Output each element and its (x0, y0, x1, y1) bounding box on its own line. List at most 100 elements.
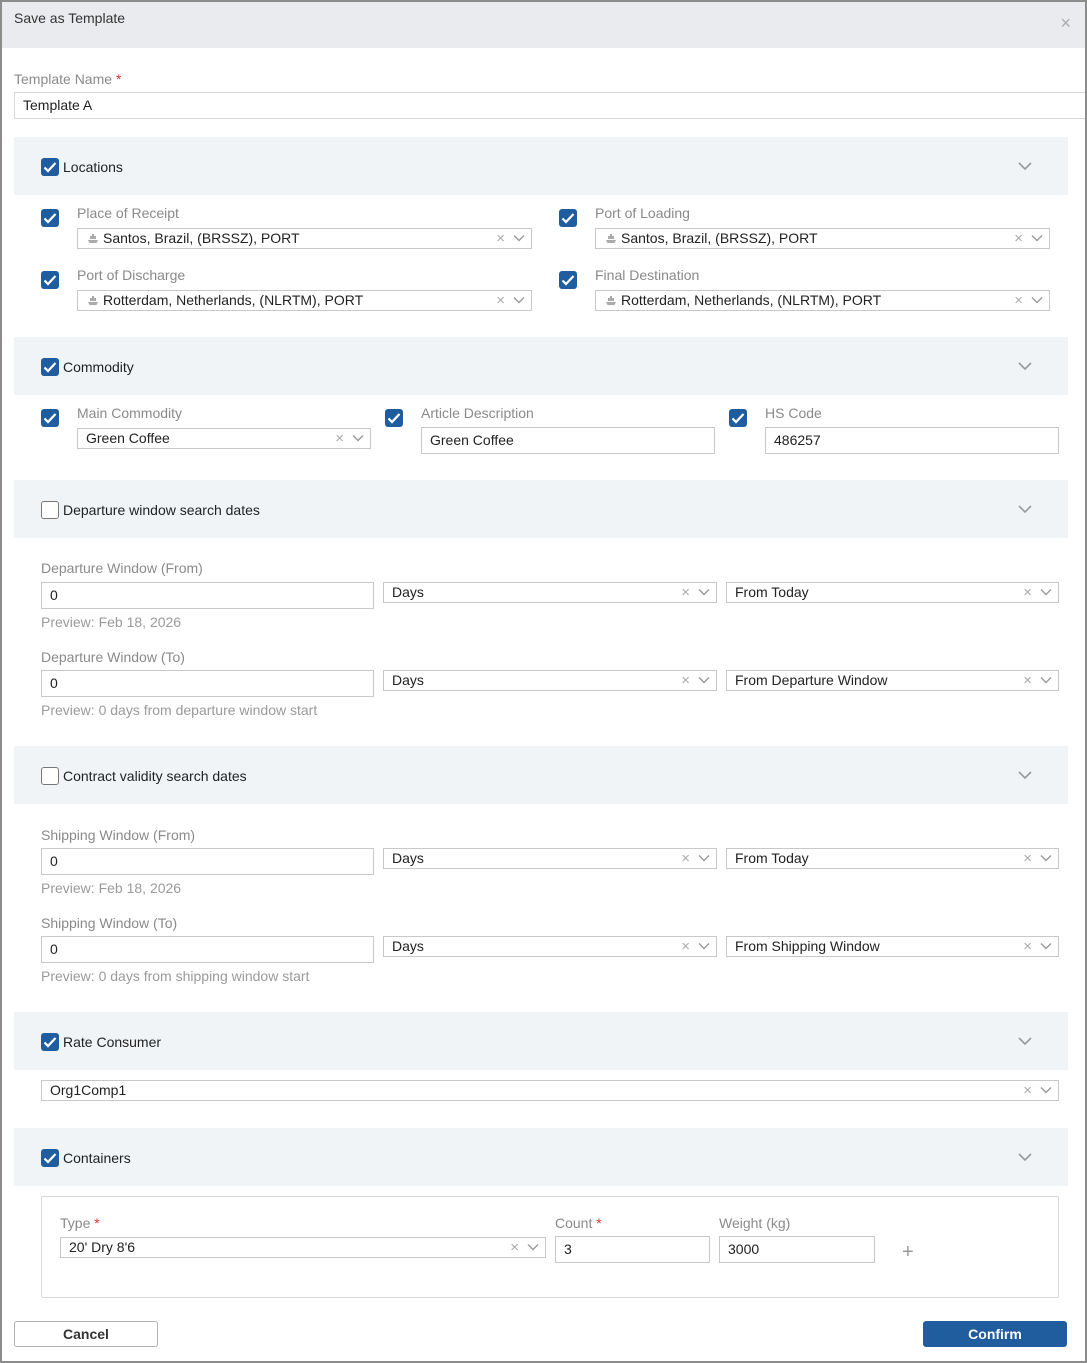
chevron-down-icon[interactable] (698, 940, 710, 952)
shipping-to-unit-value: Days (392, 938, 424, 954)
chevron-down-icon[interactable] (1040, 852, 1052, 864)
departure-to-reference-select[interactable]: From Departure Window × (726, 670, 1059, 691)
chevron-down-icon[interactable] (1040, 586, 1052, 598)
chevron-down-icon[interactable] (698, 852, 710, 864)
clear-icon[interactable]: × (1023, 1081, 1032, 1100)
port-of-loading-checkbox[interactable] (559, 209, 577, 227)
shipping-to-reference-value: From Shipping Window (735, 938, 880, 954)
departure-to-reference-value: From Departure Window (735, 672, 888, 688)
clear-icon[interactable]: × (496, 291, 505, 310)
chevron-down-icon[interactable] (698, 586, 710, 598)
clear-icon[interactable]: × (681, 849, 690, 868)
commodity-checkbox[interactable] (41, 358, 59, 376)
chevron-down-icon[interactable] (527, 1241, 539, 1253)
commodity-section-header[interactable]: Commodity (14, 337, 1068, 395)
ship-icon (88, 296, 98, 305)
clear-icon[interactable]: × (496, 229, 505, 248)
clear-icon[interactable]: × (335, 429, 344, 448)
check-icon (43, 362, 57, 373)
hs-code-value: 486257 (774, 432, 821, 448)
chevron-down-icon[interactable] (1031, 232, 1043, 244)
confirm-button[interactable]: Confirm (923, 1321, 1067, 1347)
clear-icon[interactable]: × (1023, 671, 1032, 690)
place-of-receipt-checkbox[interactable] (41, 209, 59, 227)
chevron-down-icon[interactable] (513, 232, 525, 244)
chevron-down-icon[interactable] (1018, 359, 1032, 373)
departure-to-input[interactable]: 0 (41, 670, 374, 697)
hs-code-input[interactable]: 486257 (765, 427, 1059, 454)
chevron-down-icon[interactable] (1018, 502, 1032, 516)
contract-section-header[interactable]: Contract validity search dates (14, 746, 1068, 804)
container-type-select[interactable]: 20' Dry 8'6 × (60, 1237, 546, 1258)
chevron-down-icon[interactable] (513, 294, 525, 306)
chevron-down-icon[interactable] (1018, 768, 1032, 782)
departure-checkbox[interactable] (41, 501, 59, 519)
departure-from-unit-select[interactable]: Days × (383, 582, 717, 603)
departure-from-input[interactable]: 0 (41, 582, 374, 609)
chevron-down-icon[interactable] (352, 432, 364, 444)
shipping-from-reference-select[interactable]: From Today × (726, 848, 1059, 869)
shipping-to-unit-select[interactable]: Days × (383, 936, 717, 957)
main-commodity-select[interactable]: Green Coffee × (77, 428, 371, 449)
container-count-input[interactable]: 3 (555, 1236, 710, 1263)
clear-icon[interactable]: × (1014, 229, 1023, 248)
dialog-title: Save as Template (14, 10, 126, 26)
containers-checkbox[interactable] (41, 1149, 59, 1167)
shipping-from-input[interactable]: 0 (41, 848, 374, 875)
shipping-from-value: 0 (50, 853, 58, 869)
add-container-icon[interactable]: + (902, 1242, 914, 1262)
clear-icon[interactable]: × (1023, 849, 1032, 868)
hs-code-checkbox[interactable] (729, 409, 747, 427)
chevron-down-icon[interactable] (1018, 1150, 1032, 1164)
locations-section-header[interactable]: Locations (14, 137, 1068, 195)
article-description-input[interactable]: Green Coffee (421, 427, 715, 454)
rate-consumer-section-header[interactable]: Rate Consumer (14, 1012, 1068, 1070)
clear-icon[interactable]: × (1014, 291, 1023, 310)
departure-from-reference-select[interactable]: From Today × (726, 582, 1059, 603)
close-icon[interactable]: × (1060, 14, 1071, 32)
chevron-down-icon[interactable] (1040, 940, 1052, 952)
departure-section-header[interactable]: Departure window search dates (14, 480, 1068, 538)
departure-from-label: Departure Window (From) (41, 560, 203, 576)
chevron-down-icon[interactable] (1018, 159, 1032, 173)
rate-consumer-select[interactable]: Org1Comp1 × (41, 1080, 1059, 1101)
shipping-from-unit-select[interactable]: Days × (383, 848, 717, 869)
chevron-down-icon[interactable] (698, 674, 710, 686)
departure-to-unit-value: Days (392, 672, 424, 688)
clear-icon[interactable]: × (1023, 583, 1032, 602)
cancel-button[interactable]: Cancel (14, 1321, 158, 1347)
place-of-receipt-value: Santos, Brazil, (BRSSZ), PORT (103, 230, 300, 246)
contract-checkbox[interactable] (41, 767, 59, 785)
port-of-discharge-checkbox[interactable] (41, 271, 59, 289)
chevron-down-icon[interactable] (1031, 294, 1043, 306)
clear-icon[interactable]: × (510, 1238, 519, 1257)
rate-consumer-checkbox[interactable] (41, 1033, 59, 1051)
locations-title: Locations (63, 159, 123, 175)
locations-checkbox[interactable] (41, 158, 59, 176)
departure-from-preview: Preview: Feb 18, 2026 (41, 614, 182, 630)
chevron-down-icon[interactable] (1018, 1034, 1032, 1048)
clear-icon[interactable]: × (681, 583, 690, 602)
main-commodity-checkbox[interactable] (41, 409, 59, 427)
clear-icon[interactable]: × (681, 671, 690, 690)
place-of-receipt-select[interactable]: Santos, Brazil, (BRSSZ), PORT × (77, 228, 532, 249)
port-of-loading-select[interactable]: Santos, Brazil, (BRSSZ), PORT × (595, 228, 1050, 249)
article-description-label: Article Description (421, 405, 534, 421)
final-destination-checkbox[interactable] (559, 271, 577, 289)
departure-to-unit-select[interactable]: Days × (383, 670, 717, 691)
departure-title: Departure window search dates (63, 502, 260, 518)
place-of-receipt-label: Place of Receipt (77, 205, 179, 221)
chevron-down-icon[interactable] (1040, 674, 1052, 686)
shipping-to-input[interactable]: 0 (41, 936, 374, 963)
article-description-checkbox[interactable] (385, 409, 403, 427)
containers-section-header[interactable]: Containers (14, 1128, 1068, 1186)
shipping-to-reference-select[interactable]: From Shipping Window × (726, 936, 1059, 957)
final-destination-select[interactable]: Rotterdam, Netherlands, (NLRTM), PORT × (595, 290, 1050, 311)
clear-icon[interactable]: × (681, 937, 690, 956)
template-name-input[interactable]: Template A (14, 92, 1085, 119)
ship-icon (606, 296, 616, 305)
container-weight-input[interactable]: 3000 (719, 1236, 875, 1263)
port-of-discharge-select[interactable]: Rotterdam, Netherlands, (NLRTM), PORT × (77, 290, 532, 311)
clear-icon[interactable]: × (1023, 937, 1032, 956)
chevron-down-icon[interactable] (1040, 1084, 1052, 1096)
